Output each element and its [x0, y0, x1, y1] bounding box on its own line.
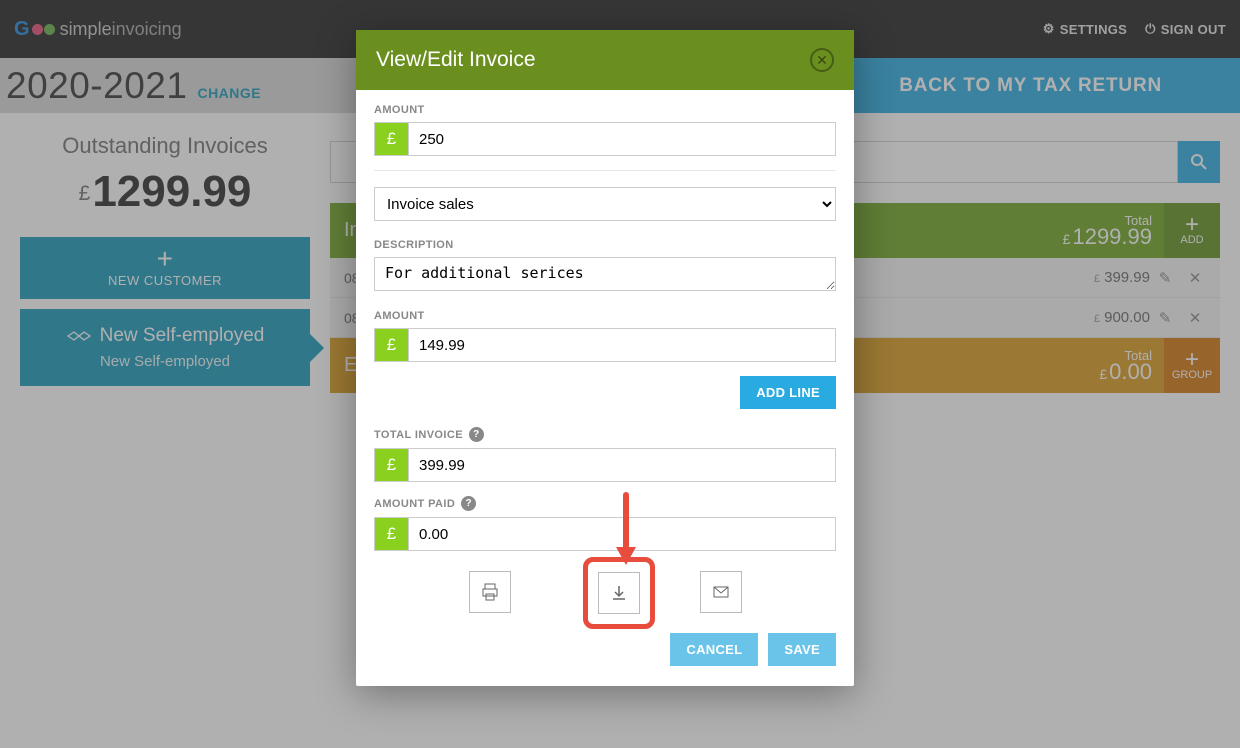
description-input[interactable]: For additional serices — [374, 257, 836, 291]
download-button[interactable] — [598, 572, 640, 614]
help-icon[interactable]: ? — [461, 496, 476, 511]
total-invoice-label: TOTAL INVOICE? — [374, 427, 836, 442]
amount-label: AMOUNT — [374, 104, 836, 116]
currency-prefix: £ — [374, 328, 408, 362]
help-icon[interactable]: ? — [469, 427, 484, 442]
annotation-arrow — [611, 491, 641, 567]
cancel-button[interactable]: CANCEL — [670, 633, 758, 666]
envelope-icon — [711, 582, 731, 602]
invoice-modal: View/Edit Invoice ✕ AMOUNT £ Invoice sal… — [356, 30, 854, 686]
description-label: DESCRIPTION — [374, 239, 836, 251]
currency-prefix: £ — [374, 448, 408, 482]
download-icon — [609, 583, 629, 603]
download-highlight — [583, 557, 655, 629]
add-line-button[interactable]: ADD LINE — [740, 376, 836, 409]
amount-input-2[interactable] — [408, 328, 836, 362]
currency-prefix: £ — [374, 517, 408, 551]
email-button[interactable] — [700, 571, 742, 613]
amount-paid-label: AMOUNT PAID? — [374, 496, 836, 511]
total-invoice-input[interactable] — [408, 448, 836, 482]
save-button[interactable]: SAVE — [768, 633, 836, 666]
close-icon[interactable]: ✕ — [810, 48, 834, 72]
amount-label-2: AMOUNT — [374, 310, 836, 322]
printer-icon — [480, 582, 500, 602]
category-select[interactable]: Invoice sales — [374, 187, 836, 221]
modal-header: View/Edit Invoice ✕ — [356, 30, 854, 90]
modal-title: View/Edit Invoice — [376, 48, 536, 72]
currency-prefix: £ — [374, 122, 408, 156]
print-button[interactable] — [469, 571, 511, 613]
amount-input-1[interactable] — [408, 122, 836, 156]
